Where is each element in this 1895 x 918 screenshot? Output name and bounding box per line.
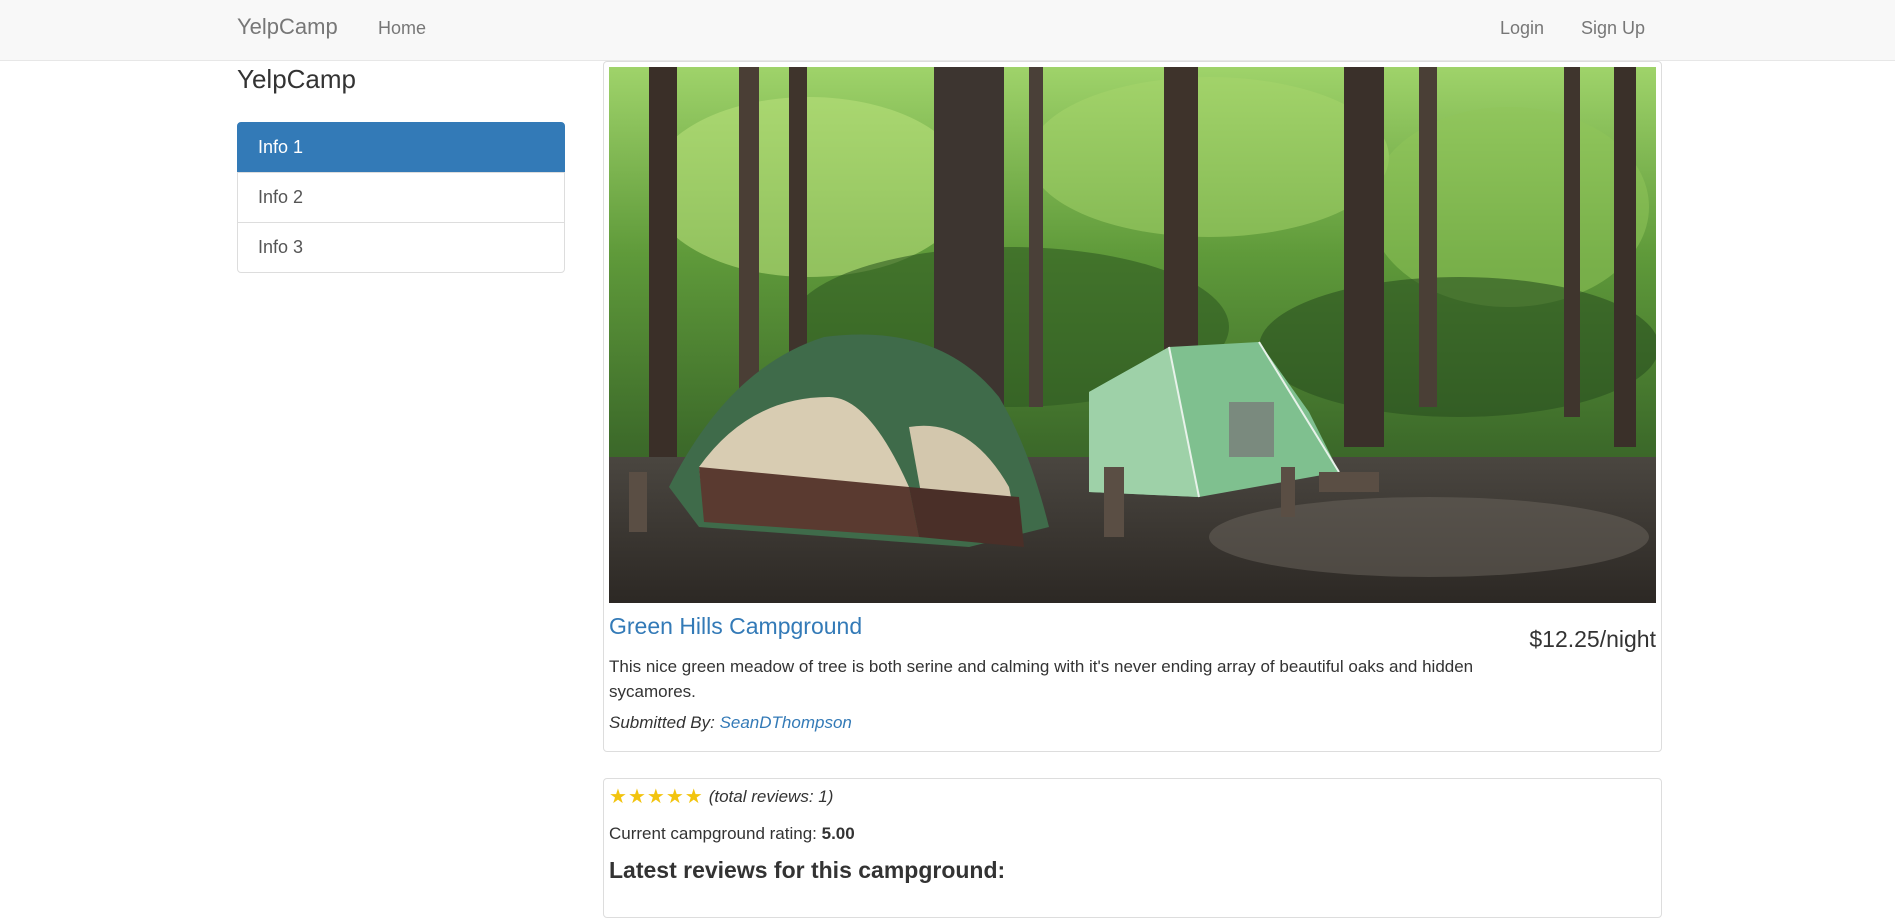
author-link[interactable]: SeanDThompson bbox=[720, 713, 852, 732]
star-icon: ★ bbox=[609, 786, 627, 808]
reviews-panel: ★ ★ ★ ★ ★ (total reviews: 1) Current cam… bbox=[603, 778, 1662, 918]
navbar: YelpCamp Home Login Sign Up bbox=[0, 0, 1895, 61]
campground-image bbox=[609, 67, 1656, 603]
current-rating: Current campground rating: 5.00 bbox=[609, 824, 855, 844]
rating-stars: ★ ★ ★ ★ ★ (total reviews: 1) bbox=[609, 786, 833, 808]
sidebar-list: Info 1 Info 2 Info 3 bbox=[237, 122, 565, 273]
star-icon: ★ bbox=[627, 786, 646, 808]
rating-value: 5.00 bbox=[821, 824, 855, 843]
sidebar-title: YelpCamp bbox=[237, 64, 357, 94]
nav-signup-link[interactable]: Sign Up bbox=[1581, 18, 1645, 39]
nav-home-link[interactable]: Home bbox=[378, 18, 426, 39]
submitted-by: Submitted By: SeanDThompson bbox=[609, 713, 852, 733]
latest-reviews-heading: Latest reviews for this campground: bbox=[609, 857, 1006, 883]
nav-login-link[interactable]: Login bbox=[1500, 18, 1544, 39]
campground-description: This nice green meadow of tree is both s… bbox=[609, 657, 1474, 701]
star-icon: ★ bbox=[646, 786, 665, 808]
sidebar-item-info-1[interactable]: Info 1 bbox=[237, 122, 565, 173]
star-icon: ★ bbox=[684, 786, 703, 808]
total-reviews: (total reviews: 1) bbox=[708, 787, 834, 806]
sidebar-item-info-3[interactable]: Info 3 bbox=[237, 222, 565, 273]
campground-card: Green Hills Campground $12.25/night This… bbox=[603, 61, 1662, 752]
sidebar-item-info-2[interactable]: Info 2 bbox=[237, 172, 565, 223]
star-icon: ★ bbox=[665, 786, 684, 808]
campground-name-link[interactable]: Green Hills Campground bbox=[609, 613, 862, 640]
brand-link[interactable]: YelpCamp bbox=[237, 14, 338, 40]
submitted-by-label: Submitted By: bbox=[609, 713, 715, 732]
rating-label: Current campground rating: bbox=[609, 824, 817, 843]
campground-price: $12.25/night bbox=[1529, 626, 1656, 652]
